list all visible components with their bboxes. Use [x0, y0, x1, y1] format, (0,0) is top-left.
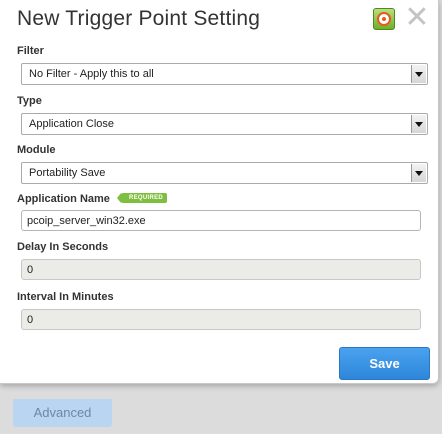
filter-label: Filter: [17, 45, 44, 57]
type-select-value: Application Close: [29, 118, 114, 130]
dialog-header: New Trigger Point Setting ✕: [0, 0, 438, 38]
help-lifebuoy-icon[interactable]: [373, 8, 395, 30]
dialog-title: New Trigger Point Setting: [17, 7, 261, 30]
advanced-button[interactable]: Advanced: [13, 399, 112, 427]
module-select[interactable]: Portability Save: [21, 162, 428, 184]
filter-select-value: No Filter - Apply this to all: [29, 68, 154, 80]
delay-seconds-input[interactable]: 0: [21, 259, 421, 280]
module-select-value: Portability Save: [29, 167, 106, 179]
application-name-input[interactable]: pcoip_server_win32.exe: [21, 210, 421, 231]
type-label: Type: [17, 95, 42, 107]
chevron-down-icon[interactable]: [411, 115, 426, 133]
filter-select[interactable]: No Filter - Apply this to all: [21, 63, 428, 85]
save-button[interactable]: Save: [339, 347, 430, 380]
close-icon[interactable]: ✕: [404, 3, 430, 33]
delay-label: Delay In Seconds: [17, 241, 109, 253]
interval-minutes-input[interactable]: 0: [21, 309, 421, 330]
required-badge: REQUIRED: [116, 193, 168, 203]
chevron-down-icon[interactable]: [411, 164, 426, 182]
type-select[interactable]: Application Close: [21, 113, 428, 135]
interval-label: Interval In Minutes: [17, 291, 114, 303]
trigger-point-dialog: New Trigger Point Setting ✕ Filter No Fi…: [0, 0, 439, 384]
chevron-down-icon[interactable]: [411, 65, 426, 83]
application-name-label: Application Name: [17, 193, 110, 205]
module-label: Module: [17, 144, 56, 156]
